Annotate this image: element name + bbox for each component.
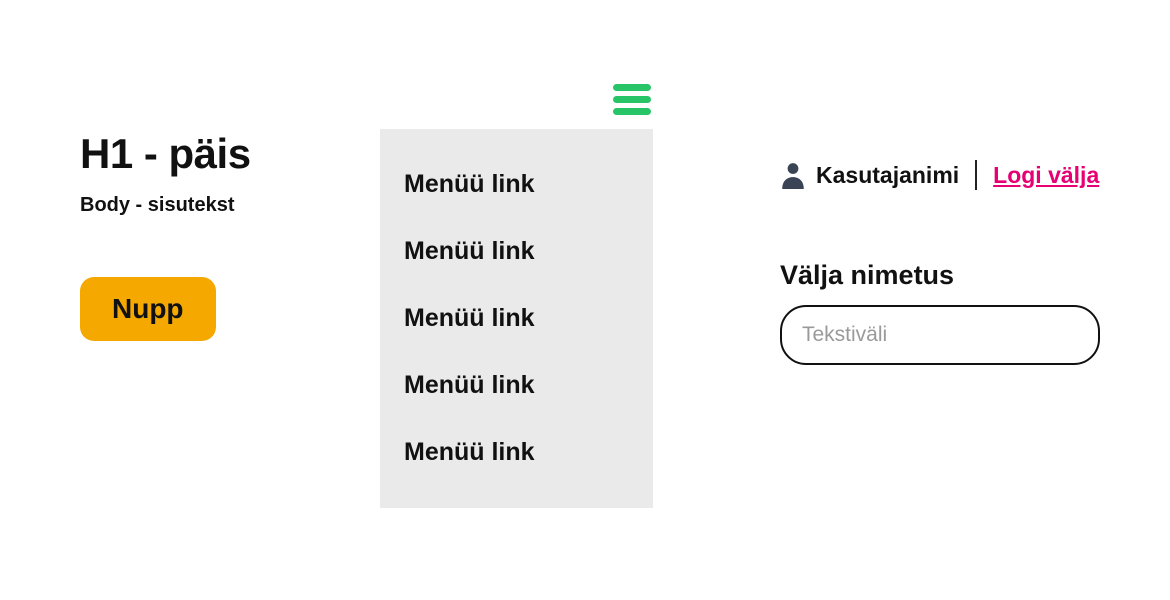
right-column: Kasutajanimi Logi välja Välja nimetus: [710, 60, 1110, 508]
center-column: Menüü link Menüü link Menüü link Menüü l…: [380, 60, 670, 508]
user-row: Kasutajanimi Logi välja: [780, 160, 1110, 190]
divider: [975, 160, 977, 190]
menu-item[interactable]: Menüü link: [404, 285, 629, 352]
logout-link[interactable]: Logi välja: [993, 162, 1099, 189]
user-icon: [780, 161, 806, 189]
page-heading: H1 - päis: [80, 130, 340, 178]
body-text: Body - sisutekst: [80, 194, 340, 217]
menu-item[interactable]: Menüü link: [404, 419, 629, 486]
username-label: Kasutajanimi: [816, 162, 959, 189]
field-label: Välja nimetus: [780, 260, 1110, 291]
hamburger-icon[interactable]: [609, 80, 655, 119]
text-input[interactable]: [780, 305, 1100, 365]
menu-item[interactable]: Menüü link: [404, 151, 629, 218]
left-column: H1 - päis Body - sisutekst Nupp: [80, 60, 340, 508]
menu-item[interactable]: Menüü link: [404, 352, 629, 419]
menu-panel: Menüü link Menüü link Menüü link Menüü l…: [380, 129, 653, 508]
primary-button[interactable]: Nupp: [80, 277, 216, 341]
menu-item[interactable]: Menüü link: [404, 218, 629, 285]
